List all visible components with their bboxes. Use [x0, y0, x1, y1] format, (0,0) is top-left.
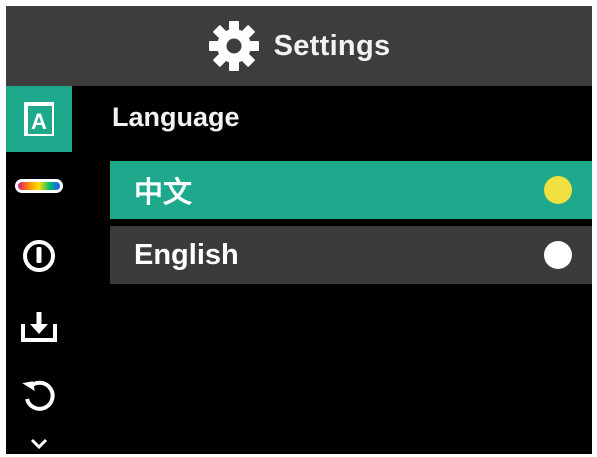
- section-label-language: Language: [112, 102, 240, 132]
- download-tray-icon: [21, 312, 57, 342]
- reset-arrow-icon: [22, 380, 55, 411]
- svg-text:A: A: [31, 109, 47, 134]
- unselected-indicator-icon: [544, 241, 572, 269]
- sidebar-item-download[interactable]: [6, 296, 72, 356]
- gear-icon: [208, 21, 259, 71]
- device-screen: Settings A Language 中文 English: [6, 6, 592, 454]
- power-icon: [23, 240, 55, 272]
- sidebar: A: [6, 86, 72, 454]
- sidebar-item-language[interactable]: A: [6, 86, 72, 152]
- language-option-english[interactable]: English: [110, 226, 592, 284]
- page-title: Settings: [273, 29, 391, 62]
- sidebar-item-palette[interactable]: [6, 156, 72, 216]
- sidebar-item-power[interactable]: [6, 226, 72, 286]
- language-option-chinese[interactable]: 中文: [110, 161, 592, 219]
- selected-indicator-icon: [544, 176, 572, 204]
- header-bar: Settings: [6, 6, 592, 86]
- color-palette-bar-icon: [15, 179, 63, 193]
- option-label: English: [134, 238, 239, 271]
- option-label: 中文: [134, 177, 193, 209]
- language-a-icon: A: [24, 102, 54, 136]
- sidebar-item-reset[interactable]: [6, 366, 72, 426]
- chevron-down-icon: [30, 438, 48, 450]
- sidebar-item-more[interactable]: [6, 431, 72, 454]
